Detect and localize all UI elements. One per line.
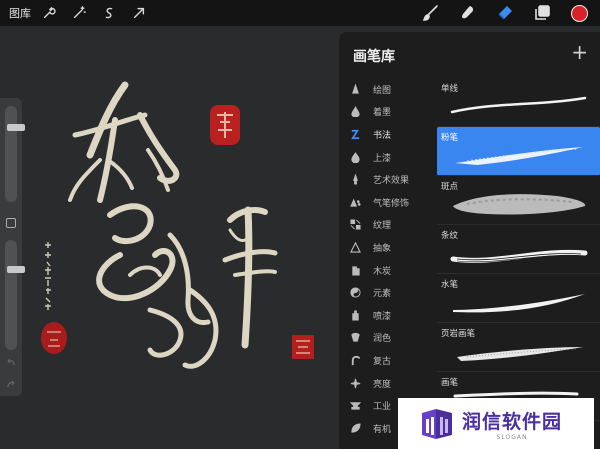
category-item[interactable]: 亮度 xyxy=(339,372,435,395)
category-label: 润色 xyxy=(373,334,392,345)
category-label: 绘图 xyxy=(373,85,392,96)
category-label: 有机 xyxy=(373,424,392,435)
pencil-tip-icon xyxy=(351,83,359,94)
panel-title: 画笔库 xyxy=(353,49,395,65)
redo-icon[interactable] xyxy=(5,378,17,390)
charcoal-icon xyxy=(351,265,360,276)
modify-button[interactable] xyxy=(6,218,16,228)
category-label: 复古 xyxy=(373,356,392,367)
category-item[interactable]: 元素 xyxy=(339,281,435,304)
art-brush-icon xyxy=(352,174,358,185)
retro-icon xyxy=(351,355,360,366)
add-brush-button[interactable]: + xyxy=(571,42,588,62)
opacity-thumb[interactable] xyxy=(7,265,25,273)
category-label: 抽象 xyxy=(373,243,392,254)
category-item[interactable]: 木炭 xyxy=(339,259,435,282)
calligraphy-icon xyxy=(350,129,359,140)
airbrush-icon xyxy=(349,198,361,207)
category-item[interactable]: 气笔修饰 xyxy=(339,191,435,214)
opacity-slider[interactable] xyxy=(5,240,25,350)
brush-category-list: 绘图着墨书法上漆艺术效果气笔修饰纹理抽象木炭元素喷漆润色复古亮度工业有机 xyxy=(339,78,435,440)
watermark: 润信软件园 SLOGAN xyxy=(398,398,594,449)
triangle-icon xyxy=(349,241,361,253)
category-label: 艺术效果 xyxy=(373,176,410,187)
brush-stroke-preview xyxy=(450,96,587,114)
texture-icon xyxy=(349,219,361,230)
yin-yang-icon xyxy=(349,287,361,298)
layers-icon[interactable] xyxy=(531,3,553,23)
category-item[interactable]: 书法 xyxy=(339,123,435,146)
category-item[interactable]: 润色 xyxy=(339,327,435,350)
procreate-app: 图库 画笔库 + 绘图 着墨 书法 上漆 艺术效果 气笔修饰 纹理 抽象 木炭 … xyxy=(0,0,600,449)
eraser-icon[interactable] xyxy=(494,3,516,23)
wrench-icon[interactable] xyxy=(39,3,59,23)
sparkle-icon xyxy=(350,378,360,388)
brush-size-slider[interactable] xyxy=(5,106,25,202)
brush-stroke-preview xyxy=(457,347,583,361)
category-item[interactable]: 复古 xyxy=(339,349,435,372)
canvas-artwork xyxy=(41,81,314,369)
brush-stroke-preview xyxy=(453,194,586,215)
ink-drop-icon xyxy=(350,106,360,118)
leaf-icon xyxy=(350,423,361,433)
category-item[interactable]: 上漆 xyxy=(339,146,435,169)
category-label: 气笔修饰 xyxy=(373,198,410,209)
undo-icon[interactable] xyxy=(5,356,17,368)
brush-stroke-preview xyxy=(450,249,588,263)
category-label: 元素 xyxy=(373,289,392,300)
category-item[interactable]: 着墨 xyxy=(339,101,435,124)
magic-wand-icon[interactable] xyxy=(69,3,89,23)
category-label: 亮度 xyxy=(373,379,392,390)
retouch-icon xyxy=(350,333,360,342)
paint-drop-icon xyxy=(350,151,360,163)
category-item[interactable]: 艺术效果 xyxy=(339,168,435,191)
smudge-icon[interactable] xyxy=(457,3,479,23)
brush-library-panel: 画笔库 + 绘图着墨书法上漆艺术效果气笔修饰纹理抽象木炭元素喷漆润色复古亮度工业… xyxy=(339,32,600,449)
brush-item[interactable]: 条纹 xyxy=(437,225,600,274)
category-item[interactable]: 纹理 xyxy=(339,214,435,237)
category-item[interactable]: 绘图 xyxy=(339,78,435,101)
brush-stroke-preview xyxy=(455,147,583,165)
brush-stroke-preview xyxy=(453,294,585,313)
brush-size-thumb[interactable] xyxy=(7,123,25,131)
category-label: 着墨 xyxy=(373,108,392,119)
watermark-name: 润信软件园 xyxy=(462,410,563,433)
brush-item[interactable]: 斑点 xyxy=(437,176,600,225)
current-color-swatch xyxy=(570,4,588,22)
brush-list: 单线 粉笔 斑点 条纹 水笔 页岩画笔 画笔 xyxy=(437,78,600,421)
category-label: 喷漆 xyxy=(373,311,392,322)
anvil-icon xyxy=(349,402,361,410)
category-label: 纹理 xyxy=(373,221,392,232)
category-item[interactable]: 抽象 xyxy=(339,236,435,259)
brush-item[interactable]: 粉笔 xyxy=(437,127,600,176)
category-item[interactable]: 喷漆 xyxy=(339,304,435,327)
category-label: 木炭 xyxy=(373,266,392,277)
watermark-logo xyxy=(422,408,452,439)
selection-icon[interactable] xyxy=(99,3,119,23)
category-label: 工业 xyxy=(373,402,392,413)
brush-item[interactable]: 页岩画笔 xyxy=(437,323,600,372)
right-tools xyxy=(405,3,590,23)
left-sidebar xyxy=(0,98,25,396)
brush-item[interactable]: 单线 xyxy=(437,78,600,127)
transform-arrow-icon[interactable] xyxy=(129,3,149,23)
color-picker-button[interactable] xyxy=(568,3,590,23)
watermark-slogan: SLOGAN xyxy=(496,433,528,441)
brush-icon[interactable] xyxy=(420,3,442,23)
brush-item[interactable]: 水笔 xyxy=(437,274,600,323)
category-label: 书法 xyxy=(373,130,392,141)
gallery-button[interactable]: 图库 xyxy=(9,5,31,21)
spray-can-icon xyxy=(351,310,359,321)
top-toolbar: 图库 xyxy=(0,0,600,26)
category-label: 上漆 xyxy=(373,153,392,164)
